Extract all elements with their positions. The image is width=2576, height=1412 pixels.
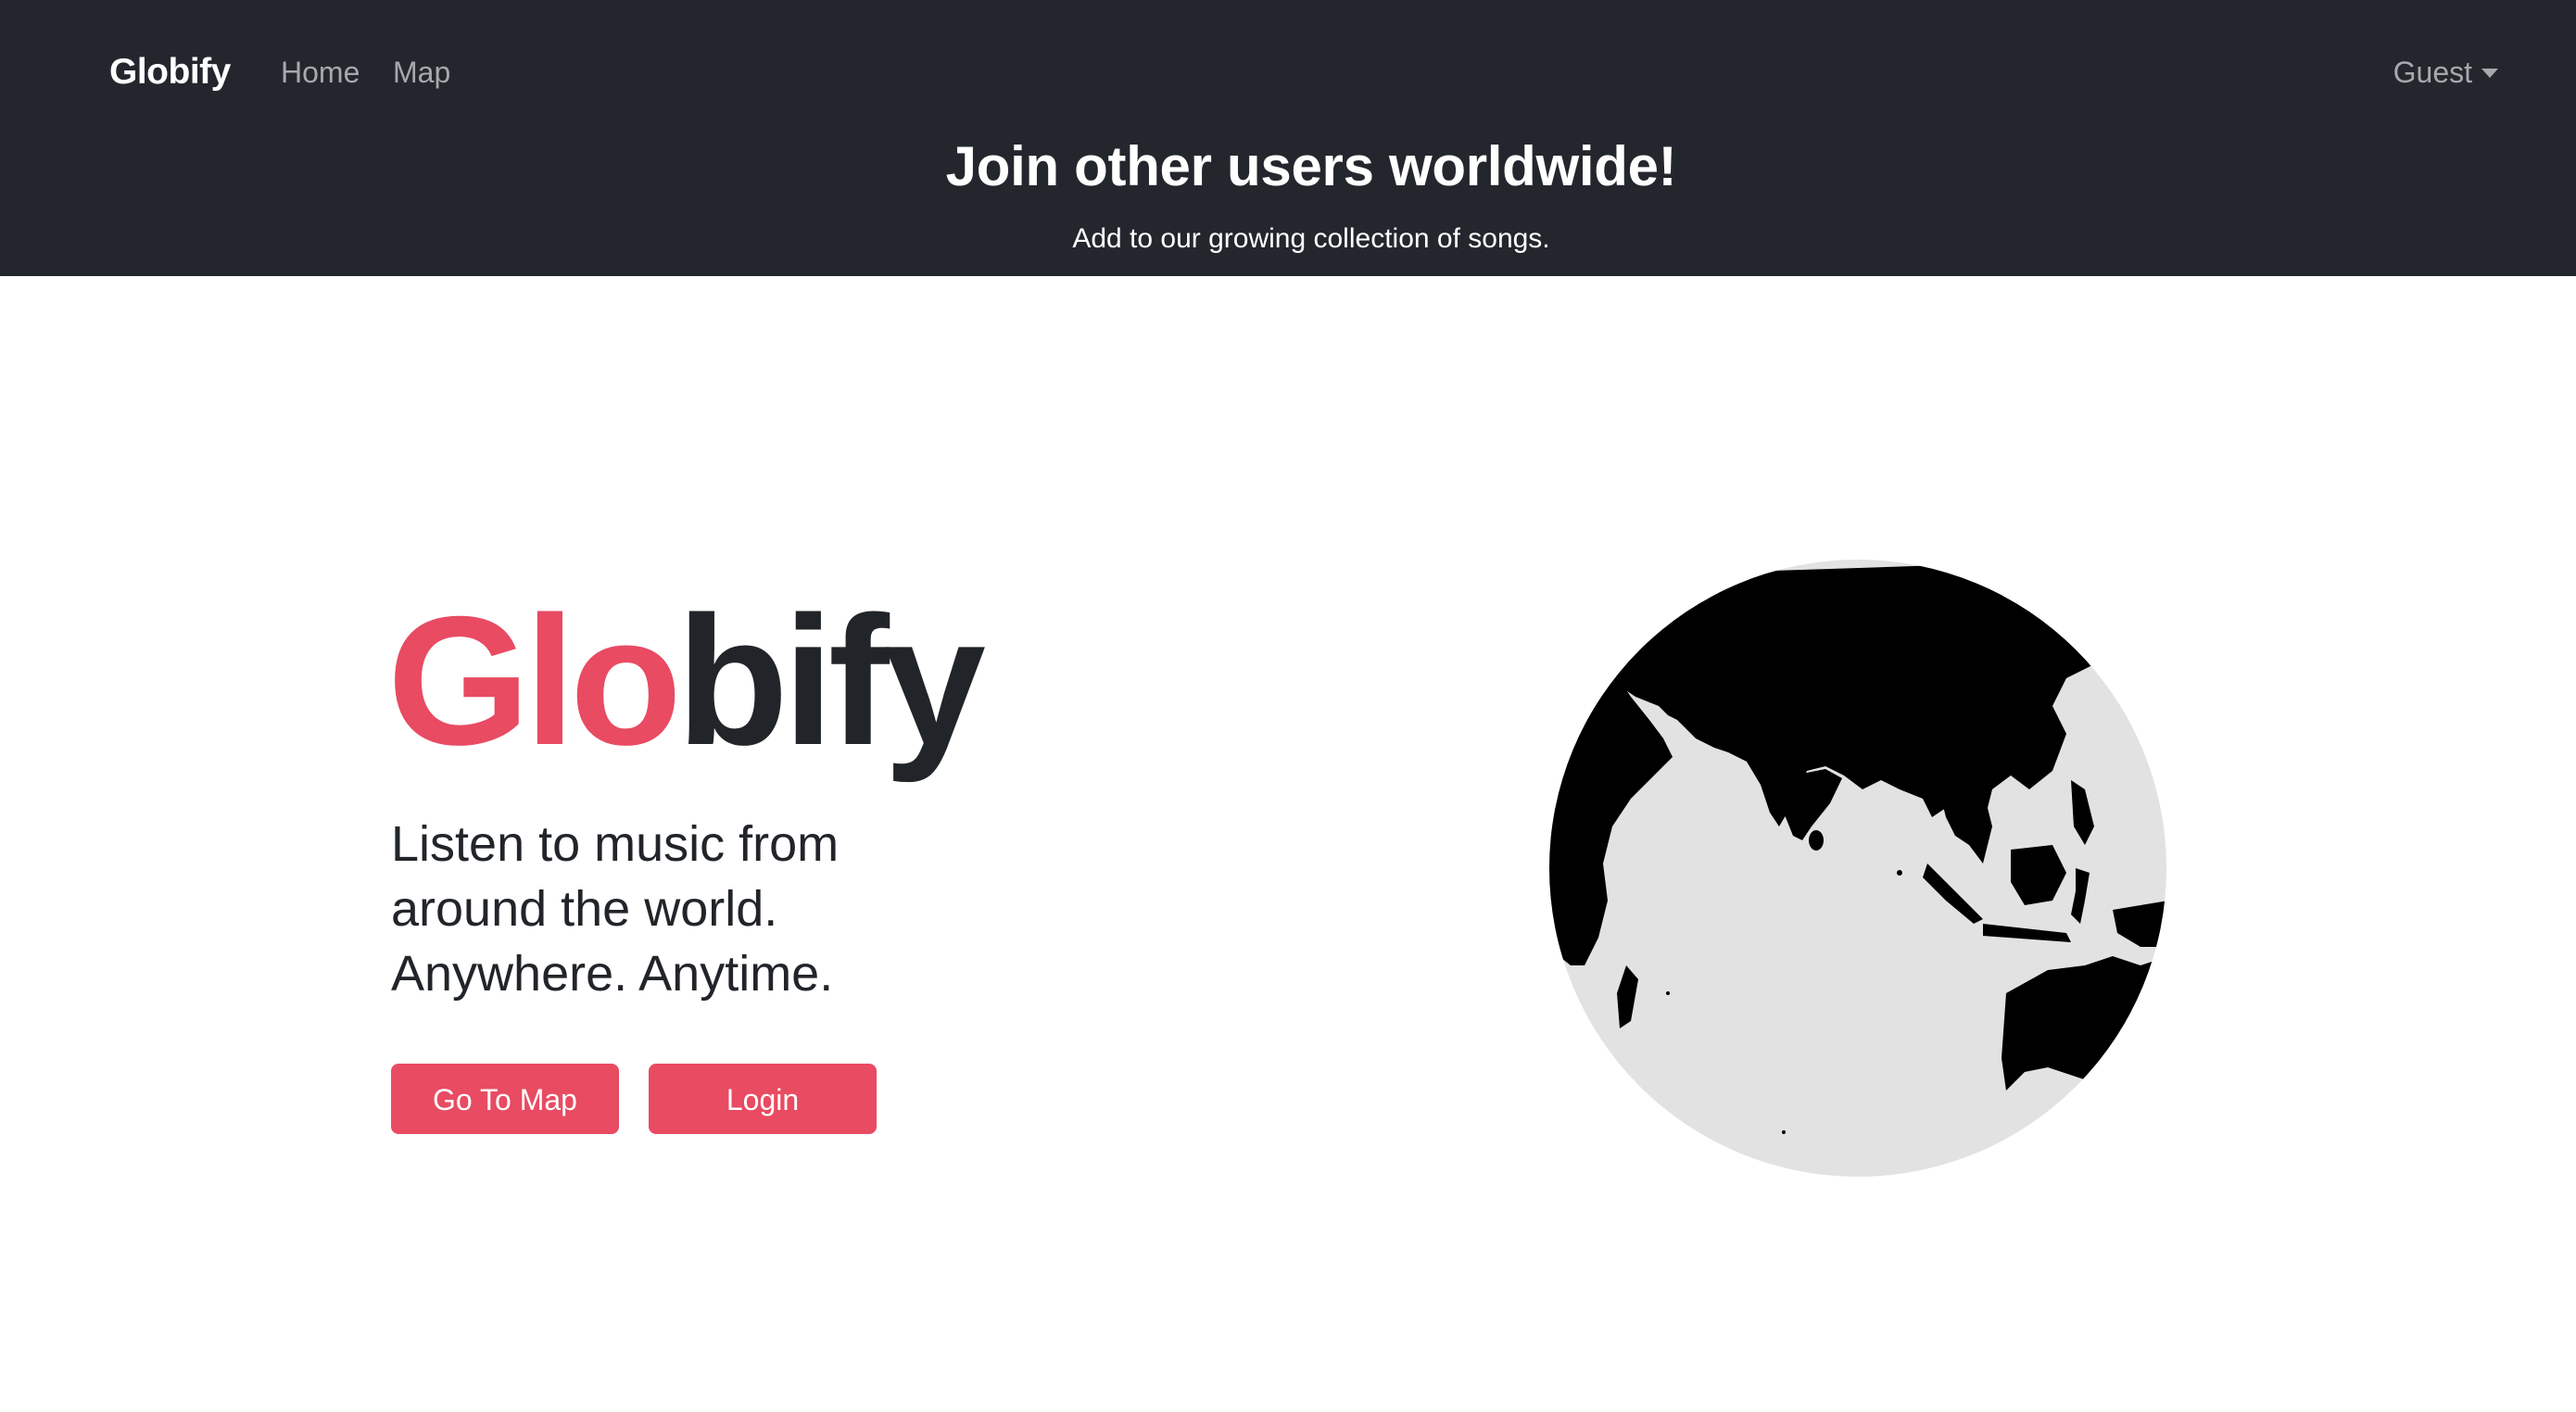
- tagline-line-3: Anywhere. Anytime.: [391, 946, 834, 1002]
- nav-link-map[interactable]: Map: [393, 48, 450, 96]
- caret-down-icon: [2481, 69, 2498, 78]
- tagline-line-1: Listen to music from: [391, 816, 840, 872]
- user-menu-dropdown[interactable]: Guest: [2393, 48, 2498, 96]
- header-bar: Globify Home Map Guest Join other users …: [0, 0, 2576, 276]
- globe-icon: [1549, 560, 2166, 1177]
- header-title: Join other users worldwide!: [945, 135, 1677, 197]
- login-button[interactable]: Login: [649, 1064, 877, 1134]
- hero-logo: Globify: [387, 588, 986, 774]
- go-to-map-button[interactable]: Go To Map: [391, 1064, 619, 1134]
- hero-tagline: Listen to music from around the world. A…: [391, 812, 966, 1006]
- navbar-brand[interactable]: Globify: [109, 48, 231, 96]
- hero-logo-accent: Glo: [387, 578, 682, 783]
- globe-visual[interactable]: [1547, 558, 2168, 1179]
- tagline-line-2: around the world.: [391, 881, 778, 937]
- user-menu-label: Guest: [2393, 56, 2472, 89]
- header-subtitle: Add to our growing collection of songs.: [1072, 223, 1550, 254]
- hero-logo-rest: bify: [676, 578, 986, 783]
- nav-link-home[interactable]: Home: [281, 48, 360, 96]
